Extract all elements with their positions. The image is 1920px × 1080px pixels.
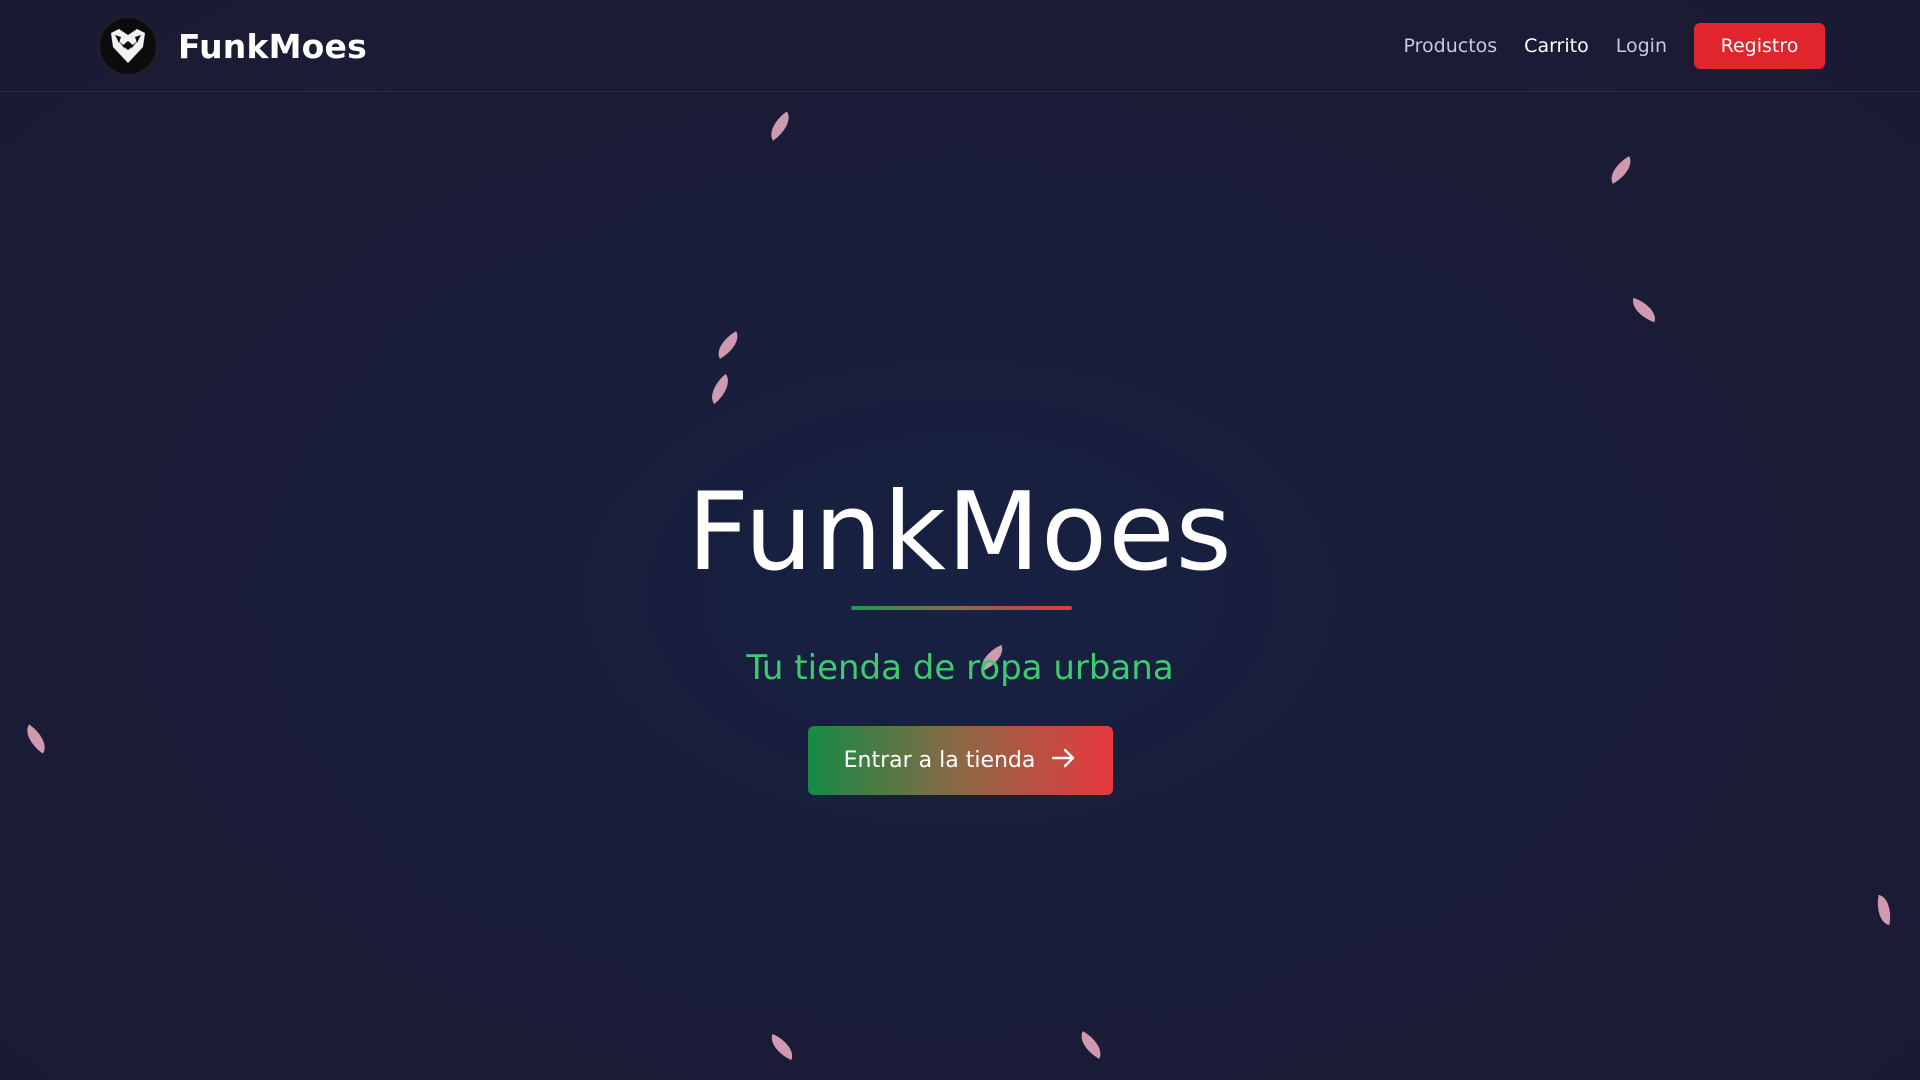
brand[interactable]: FunkMoes bbox=[98, 16, 367, 76]
title-underline bbox=[851, 606, 1072, 610]
petal-decoration bbox=[1628, 297, 1660, 323]
navbar: FunkMoes Productos Carrito Login Registr… bbox=[0, 0, 1920, 92]
petal-decoration bbox=[1604, 156, 1638, 184]
enter-store-button[interactable]: Entrar a la tienda bbox=[808, 726, 1113, 795]
enter-store-label: Entrar a la tienda bbox=[843, 748, 1036, 773]
hero-title: FunkMoes bbox=[687, 470, 1233, 595]
petal-decoration bbox=[711, 331, 745, 359]
petal-decoration bbox=[1873, 894, 1895, 926]
arrow-right-icon bbox=[1051, 748, 1077, 774]
petal-decoration bbox=[765, 1033, 799, 1061]
nav-link-carrito[interactable]: Carrito bbox=[1524, 35, 1589, 57]
nav-links: Productos Carrito Login Registro bbox=[1404, 23, 1825, 69]
petal-decoration bbox=[704, 373, 736, 405]
nav-link-productos[interactable]: Productos bbox=[1404, 35, 1498, 57]
petal-decoration bbox=[19, 724, 53, 754]
brand-name: FunkMoes bbox=[178, 26, 367, 66]
nav-link-login[interactable]: Login bbox=[1616, 35, 1667, 57]
wolf-head-logo-icon bbox=[98, 16, 158, 76]
hero-tagline: Tu tienda de ropa urbana bbox=[746, 648, 1174, 688]
register-button[interactable]: Registro bbox=[1694, 23, 1825, 69]
petal-decoration bbox=[763, 111, 797, 141]
petal-decoration bbox=[1074, 1031, 1108, 1059]
